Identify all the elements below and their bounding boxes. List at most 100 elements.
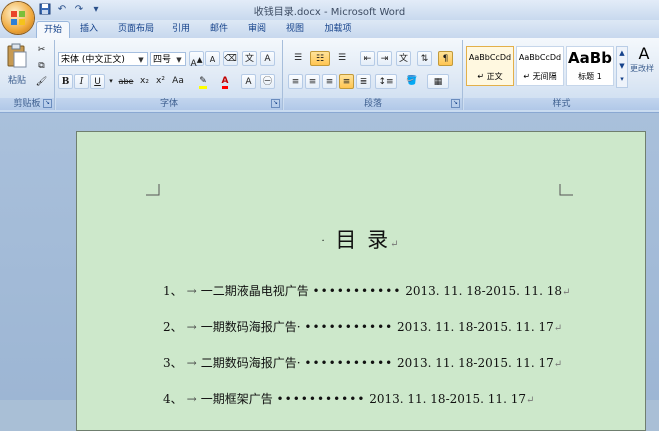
shrink-font-button[interactable]: A xyxy=(205,51,220,66)
styles-group-label: 样式 xyxy=(464,98,659,110)
paste-label: 粘贴 xyxy=(7,76,26,86)
toc-title: · 目 录↵ xyxy=(77,224,645,254)
style-no-spacing[interactable]: AaBbCcDd ↵ 无间隔 xyxy=(516,46,564,86)
toc-entry-dates: 2013. 11. 18-2015. 11. 17 xyxy=(369,392,526,406)
font-name-value: 宋体 (中文正文) xyxy=(61,55,125,65)
numbering-icon[interactable]: ☷ xyxy=(310,51,330,66)
copy-icon[interactable]: ⧉ xyxy=(34,59,49,74)
format-painter-icon[interactable]: 🖌 xyxy=(34,75,49,90)
change-case-label: Aa xyxy=(172,76,184,86)
toc-entry-text: 一期框架广告 xyxy=(200,392,273,406)
phonetic-guide-button[interactable]: 文 xyxy=(242,51,257,66)
increase-indent-icon[interactable]: ⇥ xyxy=(377,51,392,66)
toc-entry: 1、 → 一二期液晶电视广告 ••••••••••• 2013. 11. 18-20… xyxy=(163,282,570,300)
style-normal[interactable]: AaBbCcDd ↵ 正文 xyxy=(466,46,514,86)
grow-font-button[interactable]: A▲ xyxy=(189,51,204,69)
style-sample: AaBbCcDd xyxy=(468,53,512,62)
align-left-icon[interactable]: ≡ xyxy=(288,74,303,89)
char-border-label: A xyxy=(264,54,271,64)
align-right-icon[interactable]: ≡ xyxy=(322,74,337,89)
clipboard-launcher-icon[interactable]: ↘ xyxy=(43,99,52,108)
change-styles-icon: A xyxy=(638,44,650,63)
paste-icon xyxy=(7,43,27,68)
document-page[interactable]: · 目 录↵ 1、 → 一二期液晶电视广告 ••••••••••• 2013. 11… xyxy=(76,131,646,431)
office-logo-icon xyxy=(11,11,25,25)
paragraph-group-label: 段落 xyxy=(284,98,462,110)
bullets-icon[interactable]: ☰ xyxy=(288,51,308,66)
italic-label: I xyxy=(79,77,84,87)
subscript-button[interactable]: x₂ xyxy=(137,74,152,89)
bold-label: B xyxy=(61,77,70,87)
tab-addins[interactable]: 加载项 xyxy=(318,21,358,38)
toc-entry: 2、 → 一期数码海报广告· ••••••••••• 2013. 11. 18-20… xyxy=(163,318,562,336)
justify-icon[interactable]: ≡ xyxy=(339,74,354,89)
paste-button[interactable]: 粘贴 xyxy=(4,43,30,91)
tab-references[interactable]: 引用 xyxy=(166,21,196,38)
toc-title-text: 目 录 xyxy=(335,228,391,252)
phonetic-label: 文 xyxy=(244,54,254,64)
superscript-button[interactable]: x² xyxy=(153,74,168,89)
strikethrough-button[interactable]: abe xyxy=(117,74,135,89)
tab-home[interactable]: 开始 xyxy=(36,21,70,39)
font-launcher-icon[interactable]: ↘ xyxy=(271,99,280,108)
chevron-down-icon[interactable]: ▾ xyxy=(106,74,116,89)
tab-review[interactable]: 审阅 xyxy=(242,21,272,38)
clear-format-button[interactable]: ⌫ xyxy=(223,51,238,66)
ribbon-tabs: 开始 插入 页面布局 引用 邮件 审阅 视图 加载项 xyxy=(0,20,659,39)
paragraph-launcher-icon[interactable]: ↘ xyxy=(451,99,460,108)
font-color-label: A xyxy=(221,76,229,89)
tab-view[interactable]: 视图 xyxy=(280,21,310,38)
toc-entry-number: 1、 xyxy=(163,284,183,298)
align-center-icon[interactable]: ≡ xyxy=(305,74,320,89)
toc-leader-dots: ••••••••••• xyxy=(304,356,394,370)
bold-button[interactable]: B xyxy=(58,74,73,89)
office-button[interactable] xyxy=(2,2,34,34)
char-border-button[interactable]: A xyxy=(260,51,275,66)
font-name-combo[interactable]: 宋体 (中文正文) ▼ xyxy=(58,52,148,66)
style-heading1[interactable]: AaBb 标题 1 xyxy=(566,46,614,86)
borders-icon[interactable]: ▦ xyxy=(427,74,449,89)
style-name: ↵ 无间隔 xyxy=(523,72,557,81)
font-color-button[interactable]: A xyxy=(215,74,235,89)
toc-entry-number: 2、 xyxy=(163,320,183,334)
style-sample: AaBbCcDd xyxy=(518,53,562,62)
change-styles-label: 更改样 xyxy=(630,64,654,73)
distributed-icon[interactable]: ≣ xyxy=(356,74,371,89)
tab-mailings[interactable]: 邮件 xyxy=(204,21,234,38)
styles-scroll[interactable]: ▲ ▼ ▾ xyxy=(616,46,628,88)
title-bar: ↶ ↷ ▾ 收钱目录.docx - Microsoft Word xyxy=(0,0,659,20)
toc-entry-dates: 2013. 11. 18-2015. 11. 17 xyxy=(397,356,554,370)
multilevel-list-icon[interactable]: ☰ xyxy=(332,51,352,66)
style-name: 标题 1 xyxy=(578,72,602,81)
toc-leader-dots: ••••••••••• xyxy=(304,320,394,334)
cut-icon[interactable]: ✂ xyxy=(34,43,49,58)
paragraph-mark: ↵ xyxy=(553,323,563,334)
char-shading-button[interactable]: A xyxy=(241,74,256,89)
font-group-label: 字体 xyxy=(56,98,282,110)
show-marks-icon[interactable]: ¶ xyxy=(438,51,453,66)
decrease-indent-icon[interactable]: ⇤ xyxy=(360,51,375,66)
enclose-char-icon: ㊀ xyxy=(262,77,272,87)
highlight-button[interactable]: ✎ xyxy=(193,74,213,89)
line-spacing-icon[interactable]: ↕≡ xyxy=(375,74,397,89)
tab-arrow: → xyxy=(186,392,197,406)
change-styles-button[interactable]: A 更改样 xyxy=(630,44,658,90)
tab-page-layout[interactable]: 页面布局 xyxy=(113,21,159,38)
change-case-button[interactable]: Aa xyxy=(169,74,187,89)
tab-arrow: → xyxy=(186,356,197,370)
shading-icon[interactable]: 🪣 xyxy=(401,74,423,89)
enclose-char-button[interactable]: ㊀ xyxy=(260,74,275,89)
underline-button[interactable]: U xyxy=(90,74,105,89)
toc-entry-number: 4、 xyxy=(163,392,183,406)
highlighter-icon: ✎ xyxy=(199,76,207,89)
italic-button[interactable]: I xyxy=(74,74,89,89)
chevron-down-icon: ▼ xyxy=(138,56,144,64)
font-size-combo[interactable]: 四号 ▼ xyxy=(150,52,186,66)
tab-insert[interactable]: 插入 xyxy=(74,21,104,38)
paragraph-mark: ↵ xyxy=(525,395,535,406)
chinese-layout-icon[interactable]: 文 xyxy=(396,51,411,66)
style-sample: AaBb xyxy=(568,49,612,67)
toc-entry-text: 一期数码海报广告· xyxy=(200,320,301,334)
toc-entry: 3、 → 二期数码海报广告· ••••••••••• 2013. 11. 18-20… xyxy=(163,354,562,372)
sort-icon[interactable]: ⇅ xyxy=(417,51,432,66)
